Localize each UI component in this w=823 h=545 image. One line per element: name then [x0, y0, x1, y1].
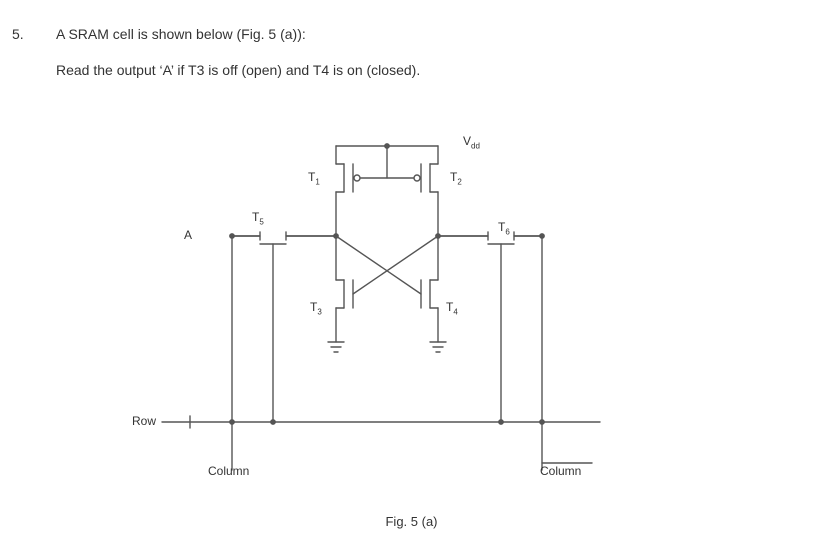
figure-caption: Fig. 5 (a) — [0, 514, 823, 529]
label-t2: T2 — [450, 170, 462, 186]
label-t5: T5 — [252, 210, 264, 226]
label-t6: T6 — [498, 220, 510, 236]
sram-schematic-svg — [140, 120, 660, 500]
sram-diagram: Vdd T1 T2 T5 T6 T3 T4 A Row Column Colum… — [140, 120, 660, 500]
label-t3: T3 — [310, 300, 322, 316]
label-a: A — [184, 228, 192, 242]
label-t1: T1 — [308, 170, 320, 186]
label-row: Row — [132, 414, 156, 428]
label-t4: T4 — [446, 300, 458, 316]
page: 5. A SRAM cell is shown below (Fig. 5 (a… — [0, 0, 823, 545]
label-column-left: Column — [208, 464, 249, 478]
prompt-line-2: Read the output ‘A’ if T3 is off (open) … — [56, 62, 420, 78]
label-vdd: Vdd — [463, 134, 480, 150]
label-column-right: Column — [540, 464, 581, 478]
prompt-line-1: A SRAM cell is shown below (Fig. 5 (a)): — [56, 26, 306, 42]
question-number: 5. — [12, 26, 24, 42]
